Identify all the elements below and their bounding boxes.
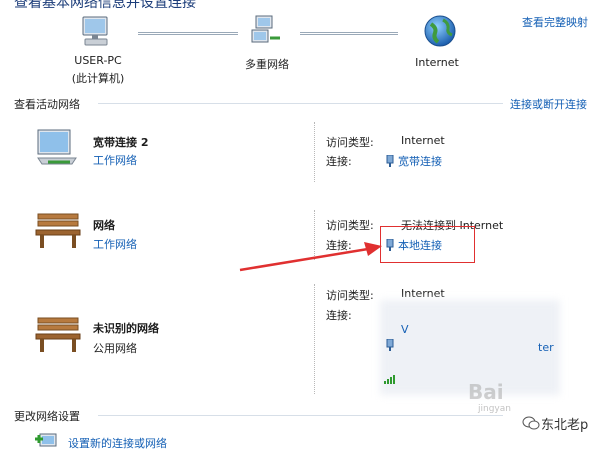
vertical-divider: [314, 284, 315, 394]
middle-network-label: 多重网络: [245, 58, 289, 71]
network-name: 宽带连接 2: [93, 136, 149, 149]
broadband-connection-icon: [34, 126, 80, 168]
connection-label: 连接:: [326, 155, 352, 168]
section-divider: [98, 103, 503, 104]
connect-disconnect-link[interactable]: 连接或断开连接: [510, 96, 587, 112]
brand-watermark: 东北老p: [541, 418, 589, 433]
internet-globe-icon: [423, 14, 457, 48]
vertical-divider: [314, 122, 315, 182]
highlight-box: [380, 226, 475, 263]
access-type-value: Internet: [401, 134, 445, 147]
map-connection-line: [300, 32, 398, 35]
broadband-connection-link[interactable]: 宽带连接: [386, 153, 442, 169]
network-adapter-icon: [386, 338, 394, 354]
access-type-label: 访问类型:: [326, 136, 374, 149]
section-divider: [98, 415, 503, 416]
network-name: 未识别的网络: [93, 322, 159, 335]
connection-name: 宽带连接: [398, 155, 442, 168]
multiple-networks-icon: [250, 14, 284, 48]
setup-new-connection-link[interactable]: 设置新的连接或网络: [68, 435, 167, 450]
network-type-link[interactable]: 工作网络: [93, 236, 137, 252]
map-connection-line: [138, 32, 238, 35]
network-type-link[interactable]: 工作网络: [93, 152, 137, 168]
connection-link-partial[interactable]: ter: [538, 341, 554, 354]
signal-strength-icon: [384, 372, 398, 384]
network-name: 网络: [93, 219, 115, 232]
wechat-icon: [522, 416, 540, 430]
access-type-value: Internet: [401, 287, 445, 300]
new-connection-icon: [34, 432, 58, 450]
baidu-watermark: Bai: [468, 380, 504, 404]
bench-icon: [34, 316, 84, 354]
computer-name: USER-PC: [74, 54, 122, 67]
view-full-map-link[interactable]: 查看完整映射: [522, 14, 588, 30]
computer-subtitle: (此计算机): [71, 72, 125, 85]
network-adapter-icon: [386, 154, 394, 167]
connection-label: 连接:: [326, 309, 352, 322]
bench-icon: [34, 212, 84, 250]
page-title: 查看基本网络信息并设置连接: [14, 0, 196, 11]
computer-icon: [79, 14, 115, 50]
jingyan-watermark: jingyan: [478, 404, 511, 414]
change-settings-title: 更改网络设置: [14, 410, 80, 423]
access-type-label: 访问类型:: [326, 289, 374, 302]
access-type-label: 访问类型:: [326, 219, 374, 232]
annotation-arrow: [239, 242, 382, 272]
connection-link-partial[interactable]: V: [401, 323, 409, 336]
active-networks-title: 查看活动网络: [14, 98, 80, 111]
internet-label: Internet: [415, 56, 459, 69]
network-type: 公用网络: [93, 342, 137, 355]
